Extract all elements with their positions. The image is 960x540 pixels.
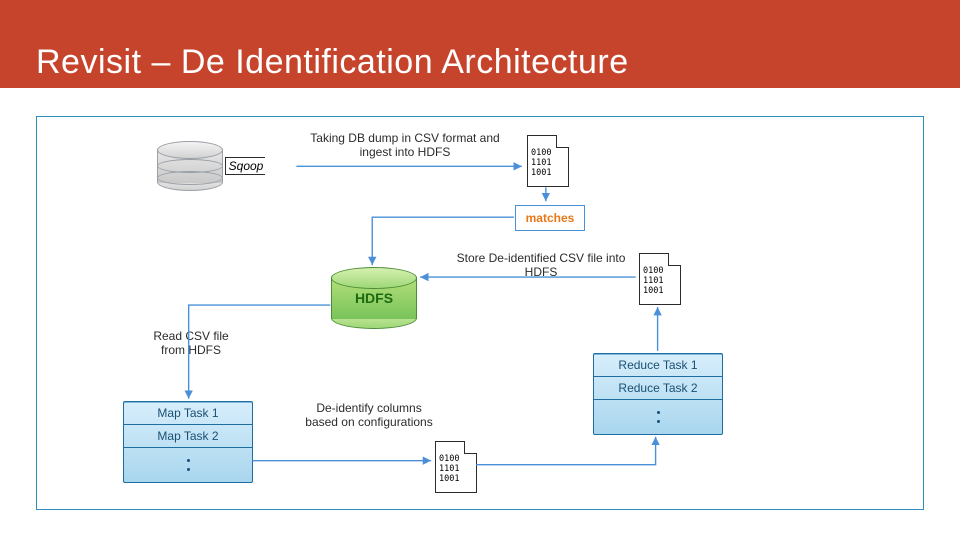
reduce-task-stack: Reduce Task 1 Reduce Task 2 (593, 353, 723, 435)
slide-title: Revisit – De Identification Architecture (36, 43, 629, 82)
label-store: Store De-identified CSV file into HDFS (455, 251, 627, 279)
map-task-stack: Map Task 1 Map Task 2 (123, 401, 253, 483)
csv-file-in: 010011011001 (527, 135, 569, 187)
matches-label: matches (526, 211, 575, 225)
slide-header: Revisit – De Identification Architecture (0, 0, 960, 88)
map-task-row: Map Task 1 (124, 402, 252, 425)
csv-file-out: 010011011001 (639, 253, 681, 305)
label-ingest: Taking DB dump in CSV format and ingest … (305, 131, 505, 159)
binary-text-1: 010011011001 (531, 148, 551, 178)
sqoop-label: Sqoop (225, 157, 266, 175)
csv-file-mid: 010011011001 (435, 441, 477, 493)
sqoop-arrow: Sqoop (225, 151, 295, 181)
ellipsis-dots (594, 400, 722, 434)
map-task-row: Map Task 2 (124, 425, 252, 448)
binary-text-2: 010011011001 (439, 454, 459, 484)
binary-text-3: 010011011001 (643, 266, 663, 296)
diagram-canvas: Sqoop Taking DB dump in CSV format and i… (36, 116, 924, 510)
ellipsis-dots (124, 448, 252, 482)
hdfs-cylinder: HDFS (331, 267, 417, 329)
reduce-task-row: Reduce Task 2 (594, 377, 722, 400)
matches-box: matches (515, 205, 585, 231)
database-cylinder (157, 141, 223, 191)
reduce-task-row: Reduce Task 1 (594, 354, 722, 377)
label-deid: De-identify columns based on configurati… (299, 401, 439, 429)
label-read: Read CSV file from HDFS (141, 329, 241, 357)
hdfs-label: HDFS (355, 290, 393, 306)
